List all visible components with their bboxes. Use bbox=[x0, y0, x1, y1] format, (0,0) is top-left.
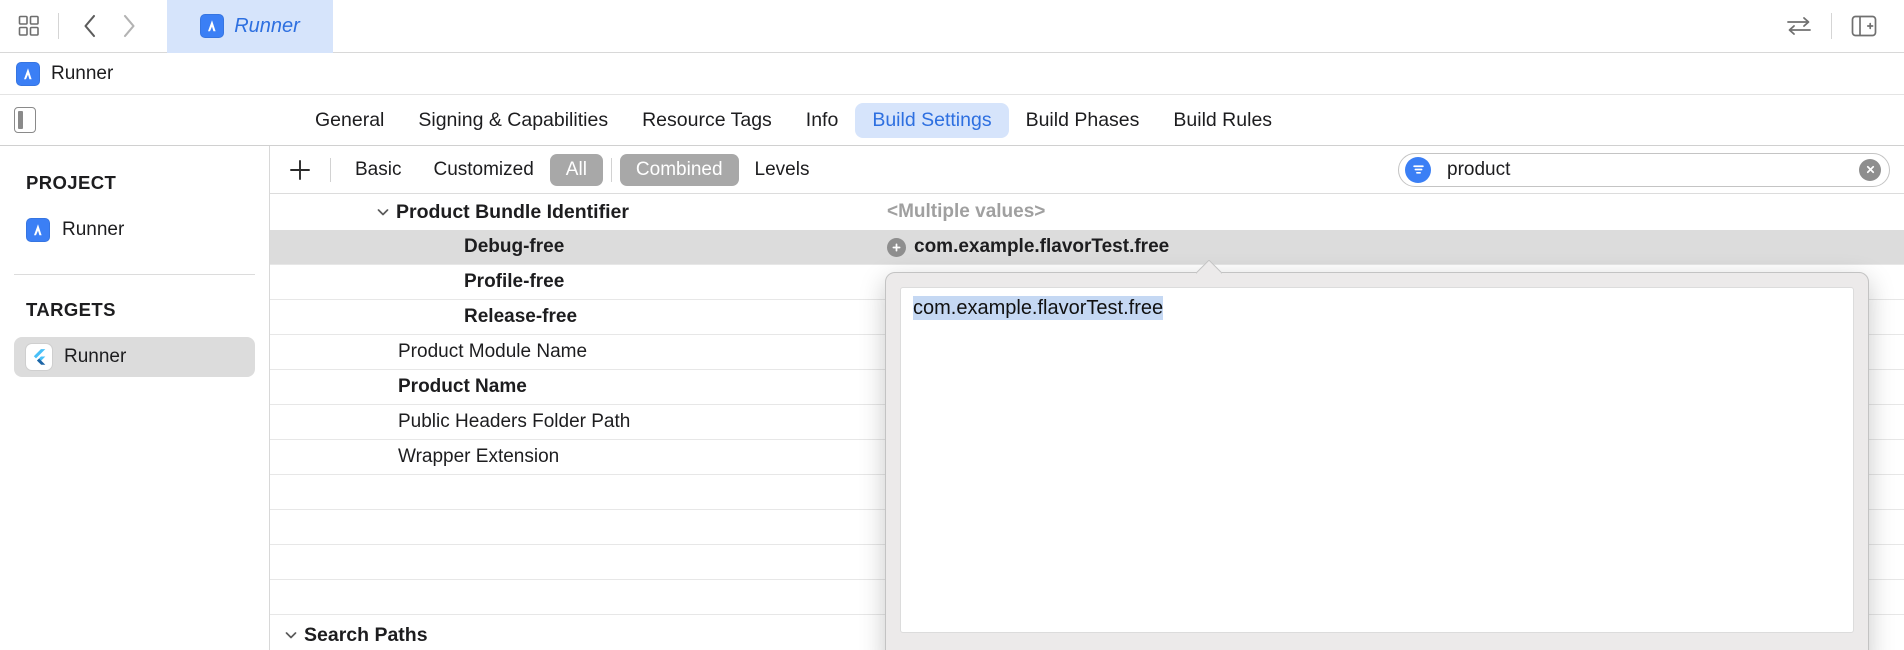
tab-general[interactable]: General bbox=[298, 103, 401, 138]
tab-signing-capabilities[interactable]: Signing & Capabilities bbox=[401, 103, 625, 138]
setting-value-cell[interactable]: com.example.flavorTest.free bbox=[887, 236, 1169, 258]
setting-name: Product Module Name bbox=[270, 341, 587, 363]
setting-name: Search Paths bbox=[304, 624, 428, 647]
tab-build-settings[interactable]: Build Settings bbox=[855, 103, 1008, 138]
setting-name: Profile-free bbox=[270, 271, 564, 293]
setting-name: Product Name bbox=[270, 376, 527, 398]
project-sidebar: PROJECT Runner TARGETS Runner bbox=[0, 146, 270, 650]
clear-circle-icon[interactable] bbox=[1859, 159, 1881, 181]
swap-arrows-icon[interactable] bbox=[1777, 6, 1821, 46]
tab-info[interactable]: Info bbox=[789, 103, 856, 138]
setting-name: Release-free bbox=[270, 306, 577, 328]
left-panel-toggle[interactable] bbox=[14, 107, 36, 133]
segmented-control-display: Combined Levels bbox=[620, 154, 826, 186]
tab-bar-nav-controls bbox=[0, 0, 145, 53]
sidebar-divider bbox=[14, 274, 255, 275]
search-value: product bbox=[1447, 159, 1859, 181]
setting-value-cell[interactable]: <Multiple values> bbox=[887, 201, 1045, 223]
build-settings-filter-bar: Basic Customized All Combined Levels pro… bbox=[270, 146, 1904, 194]
document-tab-runner[interactable]: Runner bbox=[167, 0, 333, 53]
sidebar-item-target-runner[interactable]: Runner bbox=[14, 337, 255, 377]
setting-value: com.example.flavorTest.free bbox=[914, 236, 1169, 258]
add-setting-button[interactable] bbox=[278, 148, 322, 192]
toolbar-divider-right bbox=[1831, 13, 1832, 39]
value-editor-textarea[interactable]: com.example.flavorTest.free bbox=[900, 287, 1854, 633]
xcode-window: Runner Runner bbox=[0, 0, 1904, 650]
value-editor-popover[interactable]: com.example.flavorTest.free bbox=[885, 272, 1869, 650]
breadcrumb: Runner bbox=[0, 53, 1904, 94]
segmented-control-scope: Basic Customized All bbox=[339, 154, 603, 186]
table-row-group-product-bundle-identifier[interactable]: Product Bundle Identifier <Multiple valu… bbox=[270, 194, 1904, 230]
add-editor-icon[interactable] bbox=[1842, 6, 1886, 46]
segment-basic[interactable]: Basic bbox=[339, 154, 417, 186]
breadcrumb-label[interactable]: Runner bbox=[51, 63, 113, 85]
flutter-icon bbox=[26, 344, 52, 370]
popover-tail bbox=[1196, 260, 1222, 274]
filter-funnel-icon[interactable] bbox=[1405, 157, 1431, 183]
back-button[interactable] bbox=[73, 9, 107, 43]
sidebar-header-project: PROJECT bbox=[0, 172, 269, 194]
xcode-project-icon bbox=[26, 218, 50, 242]
table-row-debug-free[interactable]: Debug-free com.example.flavorTest.free bbox=[270, 230, 1904, 265]
setting-name: Wrapper Extension bbox=[270, 446, 559, 468]
grid-icon[interactable] bbox=[14, 11, 44, 41]
search-input[interactable]: product bbox=[1398, 153, 1890, 187]
tab-build-rules[interactable]: Build Rules bbox=[1156, 103, 1289, 138]
filter-divider-2 bbox=[611, 158, 612, 182]
filter-divider bbox=[330, 158, 331, 182]
segment-all[interactable]: All bbox=[550, 154, 603, 186]
forward-button[interactable] bbox=[111, 9, 145, 43]
segment-levels[interactable]: Levels bbox=[739, 154, 826, 186]
value-editor-text: com.example.flavorTest.free bbox=[913, 296, 1163, 320]
toolbar-right-controls bbox=[1777, 6, 1904, 46]
chevron-down-icon[interactable] bbox=[278, 628, 304, 642]
toolbar-divider bbox=[58, 13, 59, 39]
sidebar-item-project-runner[interactable]: Runner bbox=[14, 210, 255, 250]
sidebar-item-label: Runner bbox=[62, 219, 124, 241]
tab-bar: Runner bbox=[0, 0, 1904, 53]
setting-name: Product Bundle Identifier bbox=[396, 201, 629, 224]
setting-value: <Multiple values> bbox=[887, 201, 1045, 223]
setting-name: Debug-free bbox=[270, 236, 564, 258]
sidebar-item-label: Runner bbox=[64, 346, 126, 368]
editor-tabs: General Signing & Capabilities Resource … bbox=[298, 103, 1289, 138]
plus-circle-icon[interactable] bbox=[887, 238, 906, 257]
tab-build-phases[interactable]: Build Phases bbox=[1009, 103, 1157, 138]
tab-resource-tags[interactable]: Resource Tags bbox=[625, 103, 789, 138]
segment-combined[interactable]: Combined bbox=[620, 154, 739, 186]
editor-tab-row: General Signing & Capabilities Resource … bbox=[0, 94, 1904, 146]
document-tab-label: Runner bbox=[234, 15, 300, 38]
xcode-project-icon bbox=[16, 62, 40, 86]
chevron-down-icon[interactable] bbox=[370, 205, 396, 219]
segment-customized[interactable]: Customized bbox=[417, 154, 549, 186]
setting-name: Public Headers Folder Path bbox=[270, 411, 630, 433]
sidebar-header-targets: TARGETS bbox=[0, 299, 269, 321]
xcode-project-icon bbox=[200, 14, 224, 38]
